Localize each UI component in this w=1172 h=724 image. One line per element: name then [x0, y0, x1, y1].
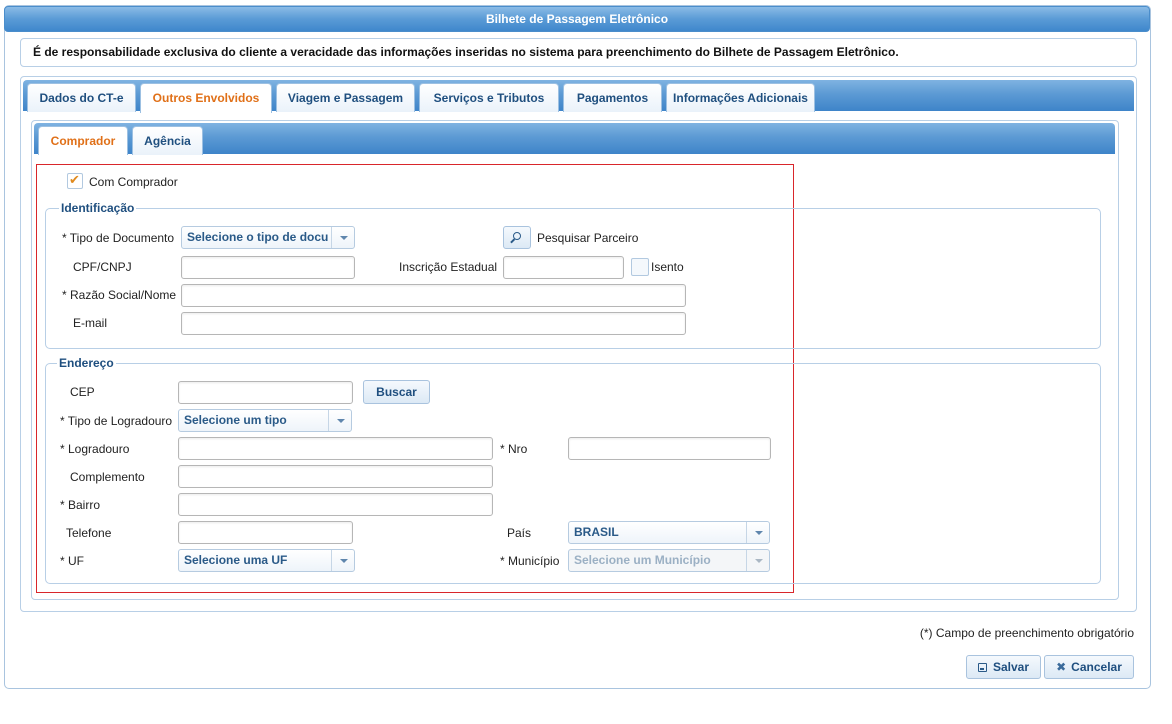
tab-informacoes-adicionais[interactable]: Informações Adicionais: [666, 83, 815, 112]
complemento-input[interactable]: [178, 465, 493, 488]
subtab-comprador[interactable]: Comprador: [38, 126, 128, 155]
telefone-input[interactable]: [178, 521, 353, 544]
tipo-documento-label: * Tipo de Documento: [62, 231, 175, 245]
complemento-label: Complemento: [70, 470, 145, 484]
bairro-input[interactable]: [178, 493, 493, 516]
tipo-logradouro-select[interactable]: Selecione um tipo: [178, 409, 352, 432]
close-icon: ✖: [1056, 660, 1067, 674]
cep-input[interactable]: [178, 381, 353, 404]
cancel-button[interactable]: ✖ Cancelar: [1044, 655, 1134, 679]
pais-label: País: [507, 526, 532, 540]
cancel-label: Cancelar: [1071, 660, 1122, 674]
com-comprador-checkbox[interactable]: ✔: [67, 172, 83, 189]
municipio-select[interactable]: Selecione um Município: [568, 549, 770, 572]
nro-label: * Nro: [500, 442, 528, 456]
search-icon: [513, 232, 521, 240]
tab-servicos-tributos[interactable]: Serviços e Tributos: [419, 83, 559, 112]
tipo-documento-select[interactable]: Selecione o tipo de docu: [181, 226, 355, 249]
save-button[interactable]: Salvar: [966, 655, 1041, 679]
buscar-button[interactable]: Buscar: [363, 380, 430, 404]
check-icon: ✔: [69, 172, 80, 187]
responsibility-notice: É de responsabilidade exclusiva do clien…: [20, 38, 1137, 67]
cep-label: CEP: [70, 385, 95, 399]
uf-select[interactable]: Selecione uma UF: [178, 549, 355, 572]
logradouro-label: * Logradouro: [60, 442, 130, 456]
pesquisar-parceiro-button[interactable]: [503, 226, 531, 249]
pais-value: BRASIL: [574, 525, 619, 539]
tipo-logradouro-value: Selecione um tipo: [184, 413, 287, 427]
pesquisar-parceiro-label: Pesquisar Parceiro: [537, 231, 639, 245]
endereco-legend: Endereço: [57, 356, 116, 370]
razao-social-label: * Razão Social/Nome: [62, 288, 177, 302]
uf-value: Selecione uma UF: [184, 553, 288, 567]
required-note: (*) Campo de preenchimento obrigatório: [919, 626, 1134, 640]
municipio-value: Selecione um Município: [574, 553, 711, 567]
tab-outros-envolvidos[interactable]: Outros Envolvidos: [140, 83, 272, 113]
com-comprador-label: Com Comprador: [89, 175, 178, 189]
pais-select[interactable]: BRASIL: [568, 521, 770, 544]
chevron-down-icon: [331, 550, 354, 571]
bairro-label: * Bairro: [60, 498, 101, 512]
tab-dados-cte[interactable]: Dados do CT-e: [27, 83, 136, 112]
inscricao-estadual-label: Inscrição Estadual: [399, 260, 498, 274]
chevron-down-icon: [746, 550, 769, 571]
tab-viagem-passagem[interactable]: Viagem e Passagem: [276, 83, 415, 112]
email-input[interactable]: [181, 312, 686, 335]
email-label: E-mail: [73, 316, 108, 330]
save-label: Salvar: [992, 660, 1030, 674]
municipio-label: * Município: [500, 554, 560, 568]
subtab-agencia[interactable]: Agência: [132, 126, 203, 155]
razao-social-input[interactable]: [181, 284, 686, 307]
tipo-documento-value: Selecione o tipo de docu: [187, 230, 329, 244]
logradouro-input[interactable]: [178, 437, 493, 460]
isento-label: Isento: [651, 260, 684, 274]
chevron-down-icon: [331, 227, 354, 248]
nro-input[interactable]: [568, 437, 771, 460]
inscricao-estadual-input[interactable]: [503, 256, 624, 279]
window-title: Bilhete de Passagem Eletrônico: [4, 6, 1150, 32]
telefone-label: Telefone: [66, 526, 112, 540]
tipo-logradouro-label: * Tipo de Logradouro: [60, 414, 173, 428]
save-icon: [977, 663, 987, 672]
uf-label: * UF: [60, 554, 84, 568]
chevron-down-icon: [328, 410, 351, 431]
cpf-cnpj-label: CPF/CNPJ: [73, 260, 132, 274]
tab-pagamentos[interactable]: Pagamentos: [563, 83, 662, 112]
identificacao-legend: Identificação: [59, 201, 137, 215]
chevron-down-icon: [746, 522, 769, 543]
cpf-cnpj-input[interactable]: [181, 256, 355, 279]
isento-checkbox[interactable]: [631, 258, 649, 276]
